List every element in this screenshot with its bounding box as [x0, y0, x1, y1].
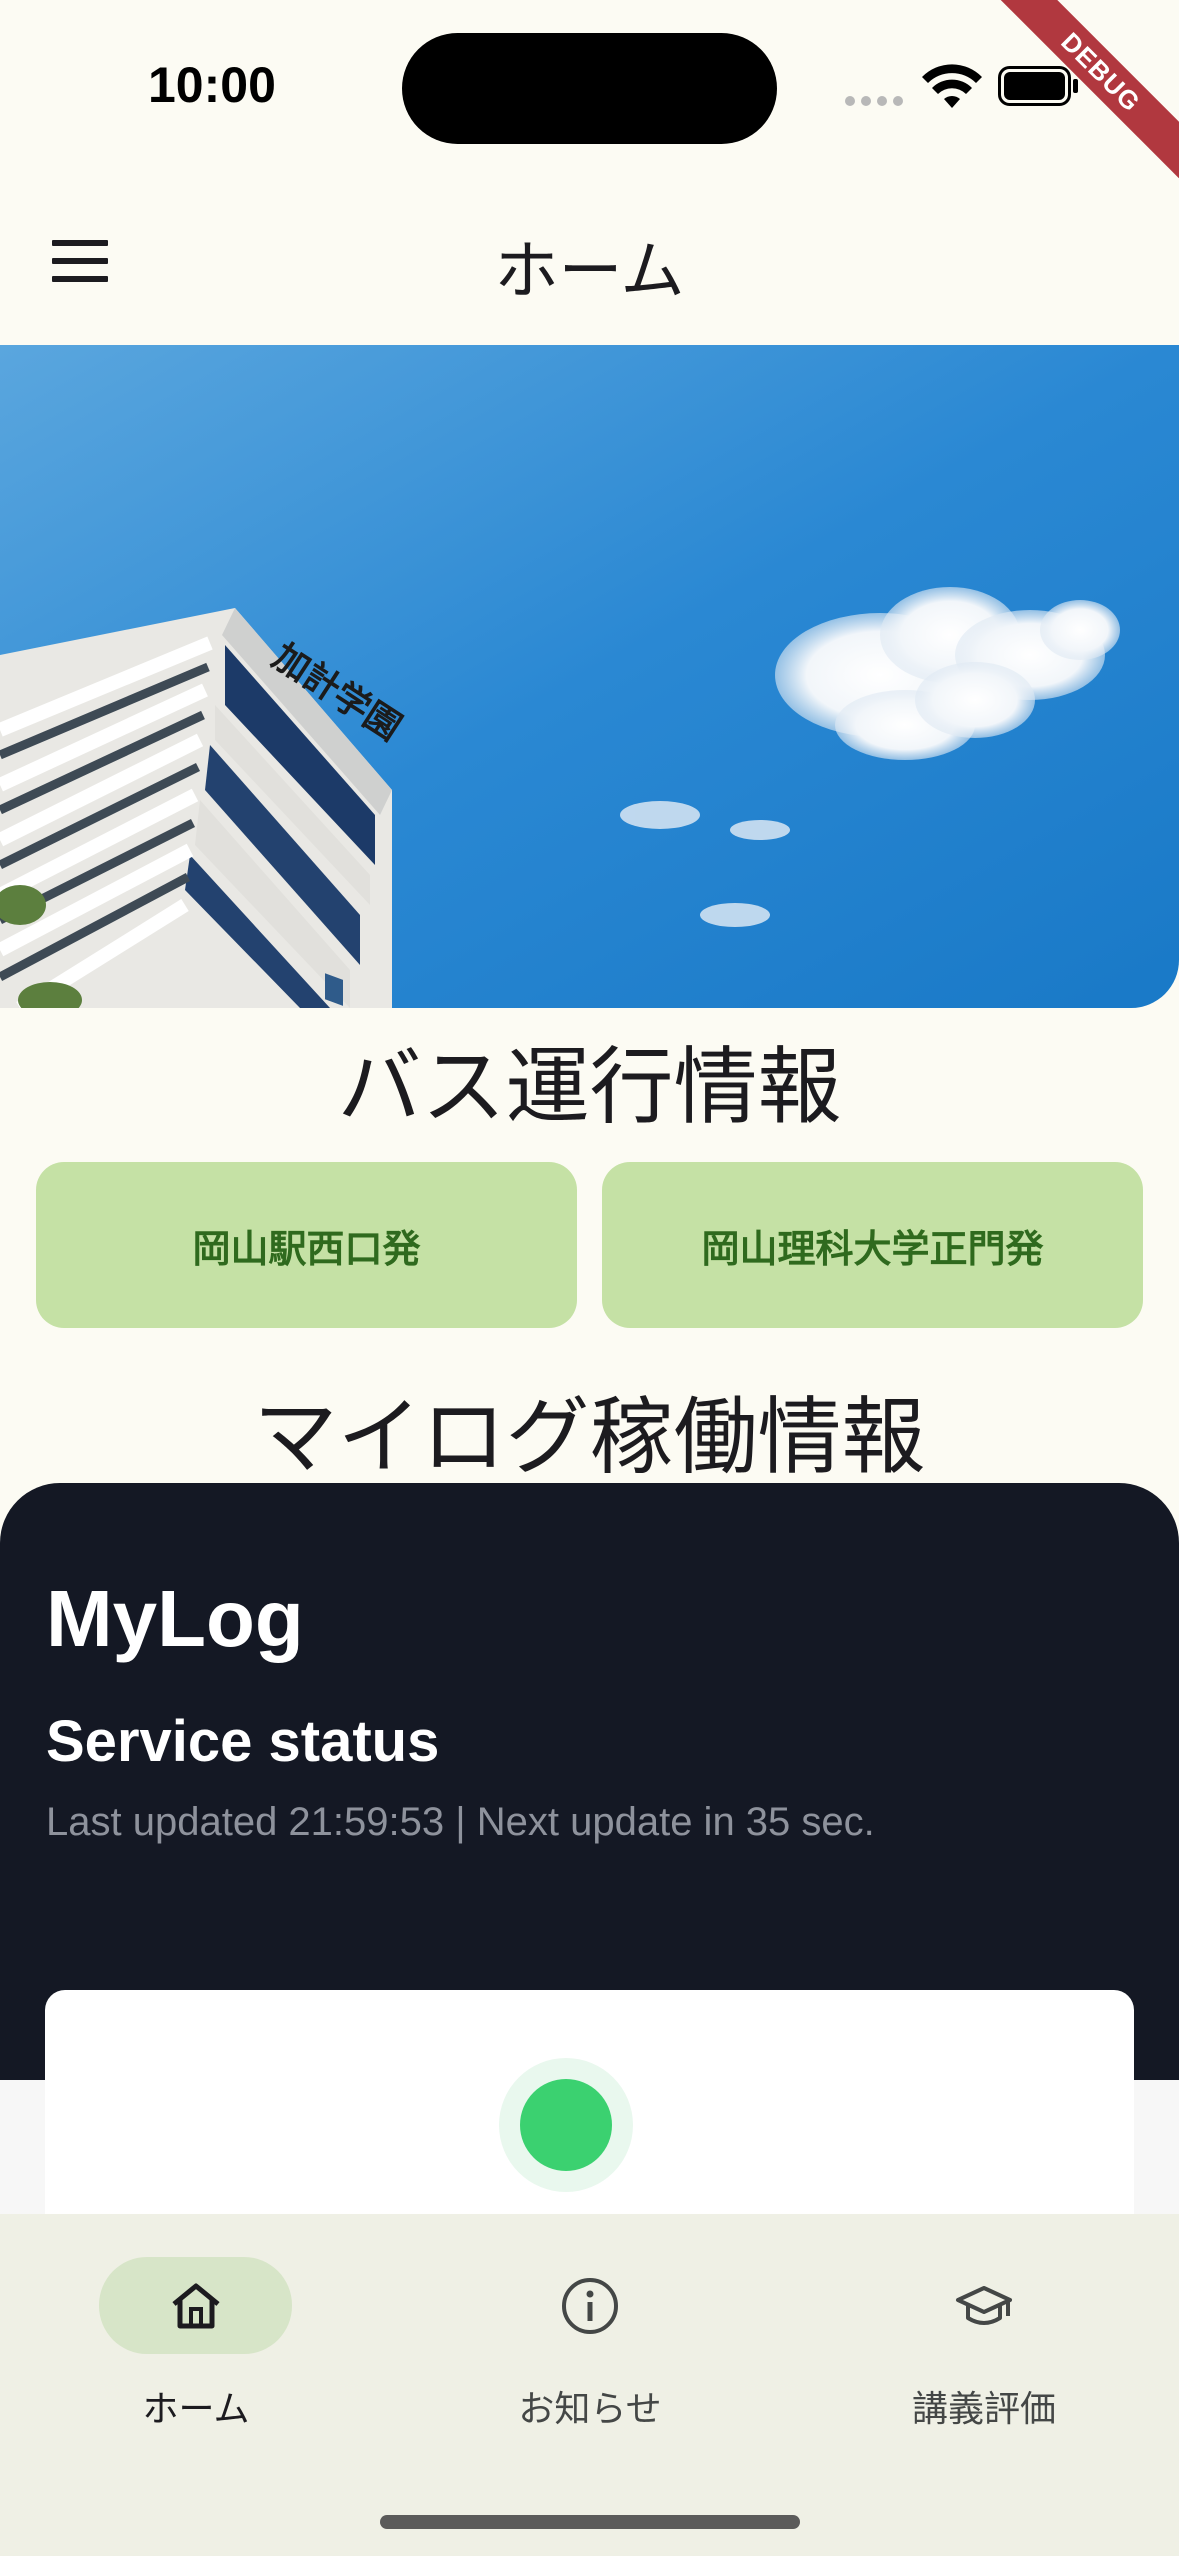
info-icon [562, 2278, 618, 2334]
home-icon [172, 2283, 220, 2329]
nav-item-notices[interactable]: お知らせ [442, 2257, 742, 2430]
last-updated-text: Last updated 21:59:53 | Next update in 3… [46, 1800, 875, 1844]
status-bar: 10:00 DEBUG [0, 0, 1179, 179]
status-time: 10:00 [148, 57, 276, 113]
nav-item-home[interactable]: ホーム [48, 2257, 348, 2430]
mylog-brand: MyLog [46, 1574, 304, 1663]
wifi-icon [922, 64, 982, 108]
status-ok-indicator [520, 2079, 612, 2171]
hero-image: 加計学園 [0, 345, 1179, 1008]
nav-item-course-evaluation[interactable]: 講義評価 [836, 2257, 1136, 2430]
mylog-section-title: マイログ稼働情報 [253, 1388, 926, 1486]
home-indicator[interactable] [380, 2515, 800, 2529]
status-indicator-halo [499, 2058, 633, 2192]
app-bar: ホーム [0, 175, 1179, 345]
bottom-navigation: ホーム お知らせ 講義評価 [0, 2214, 1179, 2556]
nav-label: お知らせ [518, 2389, 662, 2430]
debug-banner: DEBUG [979, 0, 1179, 200]
cellular-signal-icon [845, 96, 903, 106]
nav-label: 講義評価 [911, 2389, 1056, 2430]
graduation-cap-icon [956, 2286, 1012, 2325]
bus-section-title: バス運行情報 [337, 1038, 842, 1136]
okayama-station-west-button[interactable]: 岡山駅西口発 [36, 1162, 577, 1328]
ous-main-gate-button[interactable]: 岡山理科大学正門発 [602, 1162, 1143, 1328]
page-title: ホーム [494, 235, 685, 309]
dynamic-island [402, 33, 777, 144]
service-status-heading: Service status [46, 1709, 440, 1774]
nav-label: ホーム [142, 2389, 250, 2430]
